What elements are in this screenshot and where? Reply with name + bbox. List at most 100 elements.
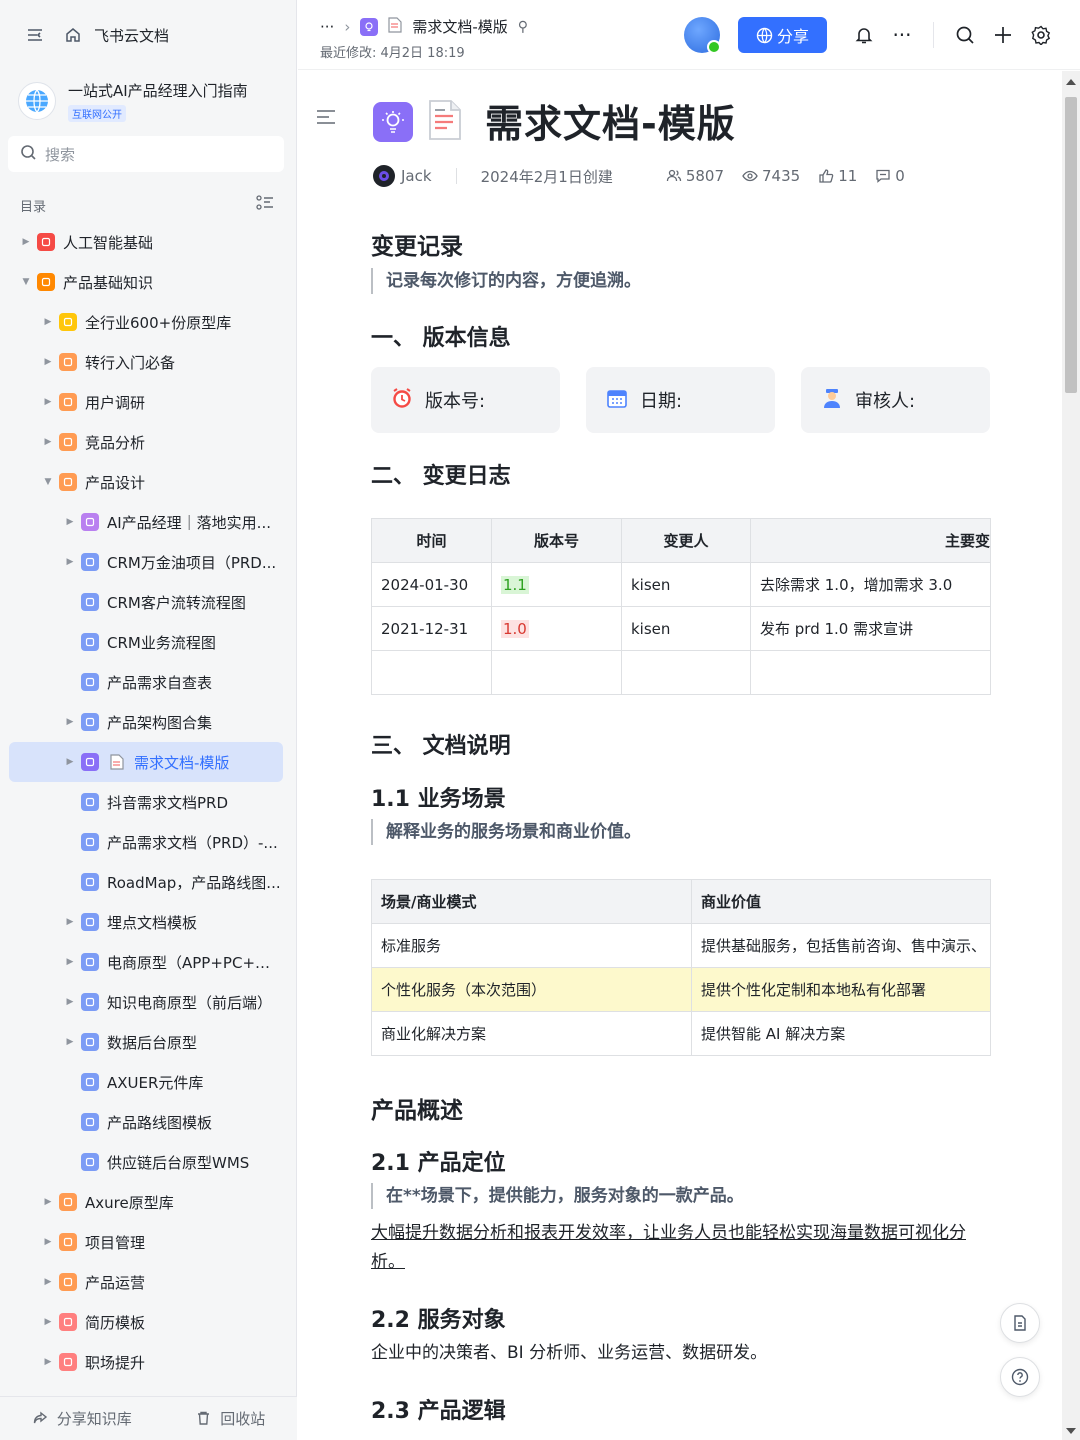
sidebar-item[interactable]: ▶ 人工智能基础 [0, 222, 296, 262]
sidebar-item[interactable]: ▶ 转行入门必备 [0, 342, 296, 382]
search-icon[interactable] [946, 17, 984, 53]
sidebar-item[interactable]: 抖音需求文档PRD [0, 782, 296, 822]
caret-right-icon[interactable]: ▶ [64, 1036, 76, 1048]
sidebar-item[interactable]: ▶ 知识电商原型（前后端） [0, 982, 296, 1022]
table-cell[interactable]: 2024-01-30 [371, 562, 492, 607]
sidebar-item[interactable]: ▶ 需求文档-模版 [9, 742, 283, 782]
caret-down-icon[interactable]: ▼ [42, 476, 54, 488]
sidebar-item[interactable]: ▼ 产品基础知识 [0, 262, 296, 302]
more-menu-icon[interactable]: ··· [883, 17, 921, 53]
scrollbar-thumb[interactable] [1065, 97, 1077, 393]
sidebar-item[interactable]: ▶ 职场提升 [0, 1342, 296, 1382]
sidebar-item[interactable]: CRM业务流程图 [0, 622, 296, 662]
collapse-sidebar-icon[interactable] [24, 24, 46, 46]
share-button[interactable]: 分享 [738, 17, 827, 53]
table-cell[interactable]: 个性化服务（本次范围） [371, 967, 692, 1012]
audience-text[interactable]: 企业中的决策者、BI 分析师、业务运营、数据研发。 [371, 1339, 767, 1368]
sidebar-item[interactable]: ▶ 埋点文档模板 [0, 902, 296, 942]
table-cell[interactable]: kisen [621, 562, 751, 607]
author-name[interactable]: Jack [401, 167, 432, 185]
caret-right-icon[interactable]: ▶ [20, 236, 32, 248]
sidebar-item[interactable]: 产品需求自查表 [0, 662, 296, 702]
caret-right-icon[interactable]: ▶ [64, 916, 76, 928]
caret-right-icon[interactable]: ▶ [64, 996, 76, 1008]
sidebar-item[interactable]: ▶ 竞品分析 [0, 422, 296, 462]
table-cell[interactable]: 提供基础服务，包括售前咨询、售中演示、 [691, 923, 991, 968]
toc-list-icon[interactable] [256, 195, 274, 215]
sidebar-item[interactable]: ▶ Axure原型库 [0, 1182, 296, 1222]
sidebar-item[interactable]: ▶ 数据后台原型 [0, 1022, 296, 1062]
caret-right-icon[interactable]: ▶ [42, 1316, 54, 1328]
scrollbar[interactable] [1062, 71, 1080, 1440]
caret-right-icon[interactable]: ▶ [42, 1356, 54, 1368]
sidebar-item[interactable]: ▶ 项目管理 [0, 1222, 296, 1262]
comments-stat[interactable]: 0 [875, 167, 905, 185]
caret-right-icon[interactable]: ▶ [64, 756, 76, 768]
caret-right-icon[interactable]: ▶ [64, 516, 76, 528]
bulb-icon[interactable] [373, 102, 413, 142]
caret-right-icon[interactable]: ▶ [64, 956, 76, 968]
table-cell[interactable]: kisen [621, 606, 751, 651]
table-cell[interactable]: 发布 prd 1.0 需求宣讲 [750, 606, 991, 651]
pin-icon[interactable]: ⚲ [518, 19, 528, 35]
user-avatar[interactable] [684, 17, 721, 54]
help-icon[interactable] [1000, 1357, 1040, 1397]
caret-down-icon[interactable]: ▼ [20, 276, 32, 288]
table-cell[interactable] [371, 650, 492, 695]
scroll-up-icon[interactable] [1066, 79, 1076, 85]
sidebar-item[interactable]: ▶ 全行业600+份原型库 [0, 302, 296, 342]
plus-icon[interactable] [984, 17, 1022, 53]
table-cell[interactable]: 提供个性化定制和本地私有化部署 [691, 967, 991, 1012]
sidebar-item[interactable]: ▶ CRM万金油项目（PRD... [0, 542, 296, 582]
sidebar-item[interactable]: ▶ 电商原型（APP+PC+后... [0, 942, 296, 982]
outline-toggle-icon[interactable] [316, 109, 336, 129]
likes-stat[interactable]: 11 [818, 167, 857, 185]
sidebar-item[interactable]: 供应链后台原型WMS [0, 1142, 296, 1182]
date-card[interactable]: 日期: [586, 367, 775, 433]
table-cell[interactable] [491, 650, 622, 695]
table-cell[interactable]: 2021-12-31 [371, 606, 492, 651]
sidebar-item[interactable]: ▶ 用户调研 [0, 382, 296, 422]
bell-icon[interactable] [845, 17, 883, 53]
sidebar-item[interactable]: ▶ 产品架构图合集 [0, 702, 296, 742]
doc-outline-float-icon[interactable] [1000, 1303, 1040, 1343]
reviewer-card[interactable]: 审核人: [801, 367, 990, 433]
sidebar-item[interactable]: AXUER元件库 [0, 1062, 296, 1102]
caret-right-icon[interactable]: ▶ [64, 716, 76, 728]
table-cell[interactable]: 去除需求 1.0，增加需求 3.0 [750, 562, 991, 607]
scroll-down-icon[interactable] [1066, 1428, 1076, 1434]
author-avatar[interactable] [373, 165, 395, 187]
caret-right-icon[interactable]: ▶ [64, 556, 76, 568]
caret-right-icon[interactable]: ▶ [42, 1276, 54, 1288]
sidebar-item[interactable]: 产品需求文档（PRD）-... [0, 822, 296, 862]
table-cell[interactable] [750, 650, 991, 695]
sidebar-item[interactable]: 产品路线图模板 [0, 1102, 296, 1142]
caret-right-icon[interactable]: ▶ [42, 356, 54, 368]
table-cell[interactable]: 1.1 [491, 562, 622, 607]
sidebar-item[interactable]: RoadMap，产品路线图... [0, 862, 296, 902]
breadcrumb-doc-name[interactable]: 需求文档-模版 [412, 16, 507, 37]
sidebar-item[interactable]: CRM客户流转流程图 [0, 582, 296, 622]
home-icon[interactable] [62, 24, 84, 46]
version-card[interactable]: 版本号: [371, 367, 560, 433]
caret-right-icon[interactable]: ▶ [42, 1196, 54, 1208]
breadcrumb-more[interactable]: ··· [320, 18, 334, 36]
sidebar-item[interactable]: ▶ 产品运营 [0, 1262, 296, 1302]
caret-right-icon[interactable]: ▶ [42, 436, 54, 448]
table-cell[interactable]: 商业化解决方案 [371, 1011, 692, 1056]
table-cell[interactable] [621, 650, 751, 695]
search-input[interactable]: 搜索 [8, 136, 284, 172]
table-cell[interactable]: 提供智能 AI 解决方案 [691, 1011, 991, 1056]
table-cell[interactable]: 标准服务 [371, 923, 692, 968]
sidebar-item[interactable]: ▶ AI产品经理｜落地实用... [0, 502, 296, 542]
knowledge-base-card[interactable]: 一站式AI产品经理入门指南 互联网公开 [0, 70, 296, 132]
settings-gear-icon[interactable] [1022, 17, 1060, 53]
positioning-text[interactable]: 大幅提升数据分析和报表开发效率，让业务人员也能轻松实现海量数据可视化分析。 [371, 1219, 991, 1277]
sidebar-item[interactable]: ▶ 简历模板 [0, 1302, 296, 1342]
app-title[interactable]: 飞书云文档 [94, 25, 169, 46]
table-cell[interactable]: 1.0 [491, 606, 622, 651]
caret-right-icon[interactable]: ▶ [42, 396, 54, 408]
caret-right-icon[interactable]: ▶ [42, 1236, 54, 1248]
trash-button[interactable]: 回收站 [195, 1408, 265, 1429]
share-kb-button[interactable]: 分享知识库 [32, 1408, 132, 1429]
